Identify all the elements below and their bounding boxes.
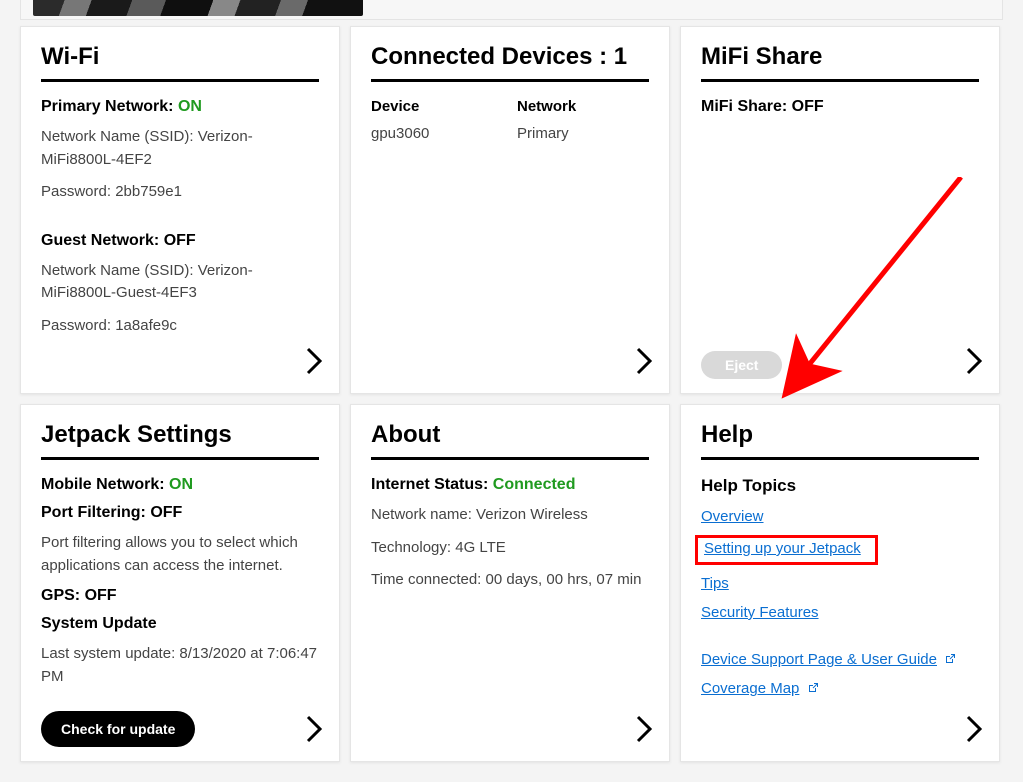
devices-row-device: gpu3060 <box>371 125 517 142</box>
chevron-right-icon <box>965 346 983 376</box>
dashboard-grid: Wi-Fi Primary Network: ON Network Name (… <box>0 26 1023 782</box>
help-title: Help <box>701 421 979 449</box>
external-link-icon <box>945 651 956 669</box>
about-chevron[interactable] <box>635 714 653 749</box>
hero-image <box>33 0 363 16</box>
mifishare-status: MiFi Share: OFF <box>701 98 979 116</box>
about-title: About <box>371 421 649 449</box>
external-link-icon <box>808 680 819 698</box>
chevron-right-icon <box>965 714 983 744</box>
mifishare-title: MiFi Share <box>701 43 979 71</box>
devices-row-network: Primary <box>517 125 569 142</box>
jetpack-update-label: System Update <box>41 615 319 633</box>
help-link-security[interactable]: Security Features <box>701 604 819 621</box>
jetpack-update-line: Last system update: 8/13/2020 at 7:06:47… <box>41 643 319 688</box>
help-link-coverage[interactable]: Coverage Map <box>701 680 799 697</box>
chevron-right-icon <box>635 346 653 376</box>
devices-title: Connected Devices : 1 <box>371 43 649 71</box>
divider <box>41 79 319 82</box>
devices-header-row: Device Network <box>371 98 649 115</box>
wifi-guest-password: Password: 1a8afe9c <box>41 315 319 338</box>
jetpack-chevron[interactable] <box>305 714 323 749</box>
chevron-right-icon <box>635 714 653 744</box>
check-update-button[interactable]: Check for update <box>41 711 195 747</box>
help-link-setup[interactable]: Setting up your Jetpack <box>704 540 861 557</box>
divider <box>701 79 979 82</box>
mifishare-chevron[interactable] <box>965 346 983 381</box>
chevron-right-icon <box>305 346 323 376</box>
wifi-guest-label: Guest Network: OFF <box>41 232 319 250</box>
help-link-tips[interactable]: Tips <box>701 575 729 592</box>
hero-banner <box>20 0 1003 20</box>
jetpack-portfilter-desc: Port filtering allows you to select whic… <box>41 532 319 577</box>
wifi-primary-password: Password: 2bb759e1 <box>41 181 319 204</box>
devices-col-network: Network <box>517 98 576 115</box>
wifi-primary-status: ON <box>178 98 202 115</box>
eject-button[interactable]: Eject <box>701 351 782 379</box>
jetpack-mobile-label: Mobile Network: ON <box>41 476 319 494</box>
mifishare-card: MiFi Share MiFi Share: OFF Eject <box>680 26 1000 394</box>
divider <box>41 457 319 460</box>
wifi-primary-label: Primary Network: ON <box>41 98 319 116</box>
help-topics-title: Help Topics <box>701 476 979 496</box>
jetpack-card: Jetpack Settings Mobile Network: ON Port… <box>20 404 340 762</box>
wifi-primary-ssid: Network Name (SSID): Verizon-MiFi8800L-4… <box>41 126 319 171</box>
annotation-arrow <box>761 177 981 437</box>
wifi-chevron[interactable] <box>305 346 323 381</box>
jetpack-portfilter-label: Port Filtering: OFF <box>41 504 319 522</box>
devices-chevron[interactable] <box>635 346 653 381</box>
divider <box>371 79 649 82</box>
divider <box>371 457 649 460</box>
help-card: Help Help Topics Overview Setting up you… <box>680 404 1000 762</box>
about-time-connected: Time connected: 00 days, 00 hrs, 07 min <box>371 569 649 592</box>
devices-card: Connected Devices : 1 Device Network gpu… <box>350 26 670 394</box>
annotation-highlight-box: Setting up your Jetpack <box>695 535 878 565</box>
about-card: About Internet Status: Connected Network… <box>350 404 670 762</box>
about-net-name: Network name: Verizon Wireless <box>371 504 649 527</box>
help-chevron[interactable] <box>965 714 983 749</box>
devices-col-device: Device <box>371 98 517 115</box>
help-link-support[interactable]: Device Support Page & User Guide <box>701 651 937 668</box>
jetpack-gps-label: GPS: OFF <box>41 587 319 605</box>
about-technology: Technology: 4G LTE <box>371 537 649 560</box>
chevron-right-icon <box>305 714 323 744</box>
devices-row: gpu3060 Primary <box>371 125 649 142</box>
jetpack-title: Jetpack Settings <box>41 421 319 449</box>
wifi-card: Wi-Fi Primary Network: ON Network Name (… <box>20 26 340 394</box>
help-link-overview[interactable]: Overview <box>701 508 764 525</box>
divider <box>701 457 979 460</box>
jetpack-mobile-status: ON <box>169 476 193 493</box>
about-internet-label: Internet Status: Connected <box>371 476 649 494</box>
about-internet-status: Connected <box>493 476 576 493</box>
wifi-title: Wi-Fi <box>41 43 319 71</box>
wifi-guest-ssid: Network Name (SSID): Verizon-MiFi8800L-G… <box>41 260 319 305</box>
